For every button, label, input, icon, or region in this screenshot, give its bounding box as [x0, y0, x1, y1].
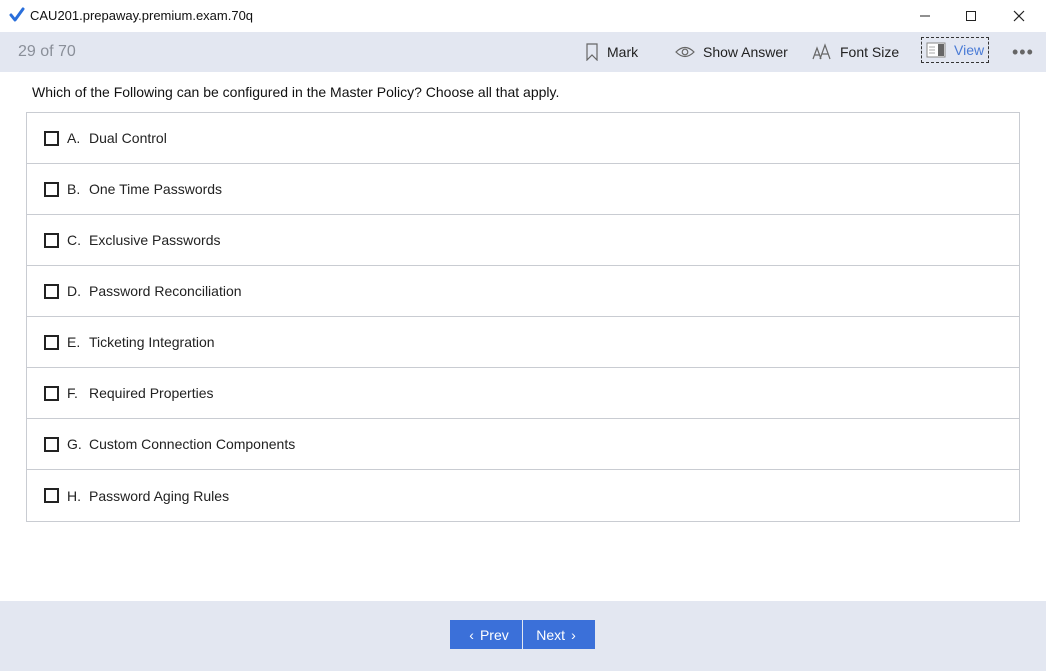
minimize-icon	[920, 15, 930, 17]
font-size-icon	[812, 43, 831, 60]
view-button[interactable]: View	[921, 37, 989, 63]
show-answer-button[interactable]: Show Answer	[675, 32, 788, 72]
option-letter: G.	[67, 436, 82, 452]
option-letter: H.	[67, 487, 81, 504]
close-icon	[1013, 10, 1025, 22]
option-a[interactable]: A. Dual Control	[27, 113, 1019, 164]
option-letter: E.	[67, 334, 81, 350]
next-label: Next	[536, 626, 566, 643]
checkbox[interactable]	[44, 181, 59, 197]
check-icon	[9, 7, 25, 22]
show-answer-label: Show Answer	[703, 44, 788, 60]
option-letter: C.	[67, 232, 81, 248]
option-text: Required Properties	[89, 385, 214, 401]
title-bar: CAU201.prepaway.premium.exam.70q	[0, 0, 1046, 32]
mark-label: Mark	[607, 44, 639, 60]
checkbox[interactable]	[44, 283, 59, 299]
option-d[interactable]: D. Password Reconciliation	[27, 266, 1019, 317]
checkbox[interactable]	[44, 488, 59, 503]
option-c[interactable]: C. Exclusive Passwords	[27, 215, 1019, 266]
more-icon: •••	[1012, 41, 1034, 62]
maximize-icon	[966, 11, 976, 21]
chevron-left-icon: ‹	[469, 626, 474, 643]
minimize-button[interactable]	[902, 0, 948, 32]
bookmark-icon	[586, 43, 598, 61]
chevron-right-icon: ›	[571, 626, 576, 643]
toolbar: 29 of 70 Mark Show Answer Font Size View…	[0, 32, 1046, 72]
maximize-button[interactable]	[948, 0, 994, 32]
option-g[interactable]: G. Custom Connection Components	[27, 419, 1019, 470]
next-button[interactable]: Next ›	[523, 620, 595, 649]
option-h[interactable]: H. Password Aging Rules	[27, 470, 1019, 521]
option-e[interactable]: E. Ticketing Integration	[27, 317, 1019, 368]
app-window: CAU201.prepaway.premium.exam.70q 29 of 7…	[0, 0, 1046, 671]
view-label: View	[954, 42, 985, 58]
mark-button[interactable]: Mark	[585, 32, 638, 72]
question-counter: 29 of 70	[18, 43, 76, 60]
option-text: Dual Control	[89, 130, 167, 146]
checkbox[interactable]	[44, 385, 59, 401]
option-text: Password Aging Rules	[89, 487, 230, 504]
checkbox[interactable]	[44, 334, 59, 350]
prev-button[interactable]: ‹ Prev	[450, 620, 522, 649]
option-text: Ticketing Integration	[89, 334, 215, 350]
eye-icon	[675, 46, 695, 58]
option-text: One Time Passwords	[89, 181, 223, 197]
prev-label: Prev	[479, 626, 509, 643]
option-letter: D.	[67, 283, 81, 299]
option-text: Password Reconciliation	[89, 283, 242, 299]
option-b[interactable]: B. One Time Passwords	[27, 164, 1019, 215]
font-size-label: Font Size	[840, 44, 900, 60]
footer-bar: ‹ Prev Next ›	[0, 601, 1046, 671]
checkbox[interactable]	[44, 232, 59, 248]
more-button[interactable]: •••	[1012, 32, 1034, 72]
option-letter: B.	[67, 181, 81, 197]
option-text: Exclusive Passwords	[89, 232, 221, 248]
option-text: Custom Connection Components	[89, 436, 296, 452]
option-f[interactable]: F. Required Properties	[27, 368, 1019, 419]
options-list: A. Dual Control B. One Time Passwords C.…	[26, 112, 1020, 522]
view-layout-icon	[926, 42, 946, 58]
window-title: CAU201.prepaway.premium.exam.70q	[30, 8, 254, 23]
font-size-button[interactable]: Font Size	[812, 32, 899, 72]
question-text: Which of the Following can be configured…	[32, 84, 560, 100]
option-letter: F.	[67, 385, 78, 401]
option-letter: A.	[67, 130, 81, 146]
checkbox[interactable]	[44, 130, 59, 146]
checkbox[interactable]	[44, 436, 59, 452]
close-button[interactable]	[996, 0, 1042, 32]
